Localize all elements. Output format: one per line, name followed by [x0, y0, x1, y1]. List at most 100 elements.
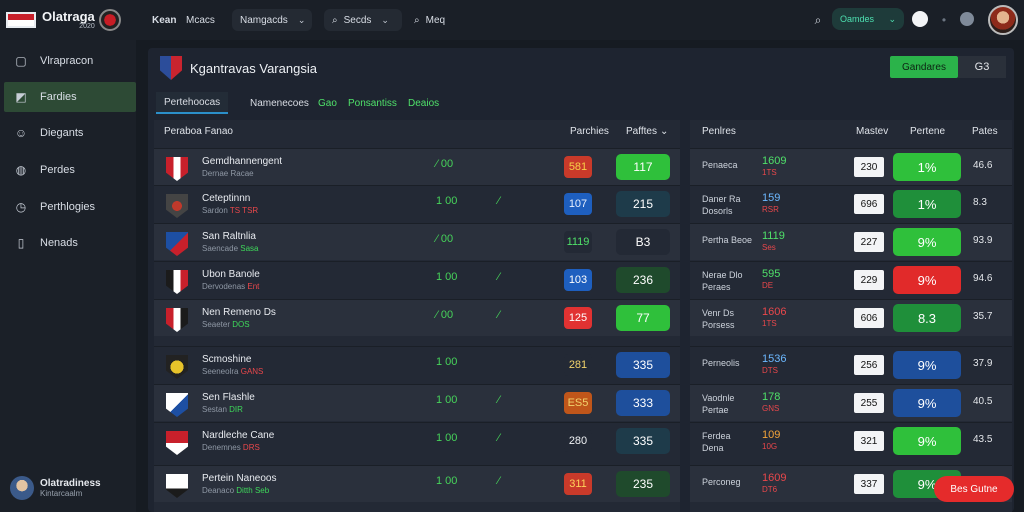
odds-button[interactable]: B3 — [616, 229, 670, 255]
trend-indicator: ⁄ 00 — [436, 309, 454, 321]
sidebar-item-0[interactable]: ▢ Vlrapracon — [4, 46, 136, 76]
sidebar-item-5[interactable]: ▯ Nenads — [4, 228, 136, 258]
trend-indicator: 1 00 — [436, 432, 458, 444]
odds-button[interactable]: 235 — [616, 471, 670, 497]
odds-button[interactable]: 117 — [616, 154, 670, 180]
column-header[interactable]: Mastev — [856, 126, 888, 137]
row-value-sub: DE — [762, 281, 774, 290]
team-sub-b: Sasa — [240, 244, 259, 253]
row-number: 46.6 — [973, 160, 993, 171]
team-name: Sen Flashle — [202, 392, 255, 403]
table-row[interactable]: Perneolis 1536 DTS 256 9% 37.9 — [690, 346, 1012, 383]
row-value-sub: RSR — [762, 205, 779, 214]
percent-button[interactable]: 9% — [893, 351, 961, 379]
odds-button[interactable]: 333 — [616, 390, 670, 416]
row-value-main: 1609 — [762, 155, 787, 167]
list-icon: ▢ — [15, 54, 27, 68]
table-row[interactable]: Penaeca 1609 1TS 230 1% 46.6 — [690, 148, 1012, 185]
team-sub-b: DRS — [242, 443, 260, 452]
sidebar-item-1[interactable]: ◩ Fardies — [4, 82, 136, 112]
row-value-main: 159 — [762, 192, 781, 204]
team-sub: Denemnes DRS — [202, 443, 260, 452]
team-badge-icon — [166, 232, 188, 256]
theme-toggle[interactable] — [912, 11, 928, 27]
percent-button[interactable]: 9% — [893, 389, 961, 417]
table-row[interactable]: Gemdhannengent Dernae Racae ⁄ 00 581 117 — [154, 148, 680, 185]
table-row[interactable]: San Raltnlia Saencade Sasa ⁄ 00 1119 B3 — [154, 223, 680, 260]
odds-button[interactable]: 335 — [616, 352, 670, 378]
table-row[interactable]: Pertein Naneoos Deanaco Ditth Seb 1 00 ⁄ 311… — [154, 465, 680, 502]
team-sub: Dernae Racae — [202, 169, 254, 178]
column-header[interactable]: Pafftes — [626, 126, 657, 137]
row-name: Vaodnle Pertae — [702, 392, 734, 416]
table-row[interactable]: Nerae Dlo Peraes 595 DE 229 9% 94.6 — [690, 261, 1012, 298]
table-row[interactable]: Ferdea Dena 109 10G 321 9% 43.5 — [690, 422, 1012, 459]
search-icon[interactable]: ⌕ — [808, 10, 828, 30]
column-header[interactable]: Parchies — [570, 126, 609, 137]
nav-search[interactable]: ⌕ Meq — [414, 9, 445, 31]
tab-4[interactable]: Deaios — [408, 92, 439, 114]
table-row[interactable]: Nardleche Cane Denemnes DRS 1 00 ⁄ 280 335 — [154, 422, 680, 459]
table-row[interactable]: Sen Flashle Sestan DIR 1 00 ⁄ ES5 333 — [154, 384, 680, 421]
table-row[interactable]: Nen Remeno Ds Seaeter DOS ⁄ 00 ⁄ 125 77 — [154, 299, 680, 336]
nav-home[interactable]: Kean — [152, 9, 176, 31]
table-row[interactable]: Scmoshine Seeneolra GANS 1 00 281 335 — [154, 346, 680, 383]
sidebar-item-2[interactable]: ☺ Diegants — [4, 118, 136, 148]
trend-icon: ⁄ — [498, 475, 500, 487]
table-row[interactable]: Ubon Banole Dervodenas Ent 1 00 ⁄ 103 236 — [154, 261, 680, 298]
column-header[interactable]: Pertene — [910, 126, 945, 137]
nav-matches[interactable]: Mcacs — [186, 9, 215, 31]
odds-button[interactable]: 236 — [616, 267, 670, 293]
trend-indicator: 1 00 — [436, 394, 458, 406]
team-sub-a: Seeneolra — [202, 367, 239, 376]
row-value-sub: DT6 — [762, 485, 778, 494]
notification-avatar[interactable] — [960, 12, 974, 26]
table-row[interactable]: Venr Ds Porsess 1606 1TS 606 8.3 35.7 — [690, 299, 1012, 336]
table-row[interactable]: Pertha Beoe 1119 Ses 227 9% 93.9 — [690, 223, 1012, 260]
odds-button[interactable]: 215 — [616, 191, 670, 217]
team-sub-b: DOS — [232, 320, 250, 329]
table-header: Peraboa Fanao Parchies Pafftes ⌄ — [154, 120, 680, 144]
odds-button[interactable]: 335 — [616, 428, 670, 454]
sidebar: ▢ Vlrapracon ◩ Fardies ☺ Diegants ◍ Perd… — [0, 40, 136, 512]
tab-0[interactable]: Pertehoocas — [156, 92, 229, 114]
percent-button[interactable]: 9% — [893, 228, 961, 256]
nav-dropdown-1[interactable]: Namgacds ⌄ — [232, 9, 312, 31]
odds-button[interactable]: 77 — [616, 305, 670, 331]
bet-button[interactable]: Bes Gutne — [934, 476, 1014, 502]
search-icon: ⌕ — [414, 14, 420, 26]
table-row[interactable]: Ceteptinnn Sardon TS TSR 1 00 ⁄ 107 215 — [154, 185, 680, 222]
table-row[interactable]: Daner Ra Dosorls 159 RSR 696 1% 8.3 — [690, 185, 1012, 222]
row-name-line: Dosorls — [702, 206, 733, 216]
row-number: 8.3 — [973, 197, 987, 208]
percent-button[interactable]: 1% — [893, 190, 961, 218]
percent-button[interactable]: 9% — [893, 266, 961, 294]
chevron-down-icon[interactable]: ⌄ — [660, 126, 668, 137]
row-value-main: 1536 — [762, 353, 787, 365]
team-name: Pertein Naneoos — [202, 473, 277, 484]
tab-2[interactable]: Gao — [318, 92, 337, 114]
trend-indicator: 1 00 — [436, 195, 458, 207]
primary-button[interactable]: Gandares — [890, 56, 958, 78]
chevron-down-icon: ⌄ — [297, 14, 306, 25]
status-label: Oamdes — [840, 14, 875, 24]
people-icon: ☺ — [14, 126, 28, 140]
user-card[interactable]: Olatradiness Kintarcaalm — [10, 476, 101, 500]
avatar[interactable] — [988, 5, 1018, 35]
status-dropdown[interactable]: Oamdes ⌄ — [832, 8, 904, 30]
value-chip: 230 — [854, 157, 884, 177]
value-chip: 256 — [854, 355, 884, 375]
tab-1[interactable]: Namenecoes — [250, 92, 309, 114]
team-sub-a: Dervodenas — [202, 282, 246, 291]
sidebar-item-3[interactable]: ◍ Perdes — [4, 155, 136, 185]
percent-button[interactable]: 8.3 — [893, 304, 961, 332]
brand-logo[interactable]: Olatraga 2020 — [6, 4, 126, 36]
percent-button[interactable]: 1% — [893, 153, 961, 181]
column-header[interactable]: Pates — [972, 126, 998, 137]
sidebar-item-4[interactable]: ◷ Perthlogies — [4, 192, 136, 222]
percent-button[interactable]: 9% — [893, 427, 961, 455]
tab-3[interactable]: Ponsantiss — [348, 92, 397, 114]
row-value-sub: GNS — [762, 404, 780, 413]
nav-dropdown-2[interactable]: ⌕ Secds ⌄ — [324, 9, 402, 31]
table-row[interactable]: Vaodnle Pertae 178 GNS 255 9% 40.5 — [690, 384, 1012, 421]
